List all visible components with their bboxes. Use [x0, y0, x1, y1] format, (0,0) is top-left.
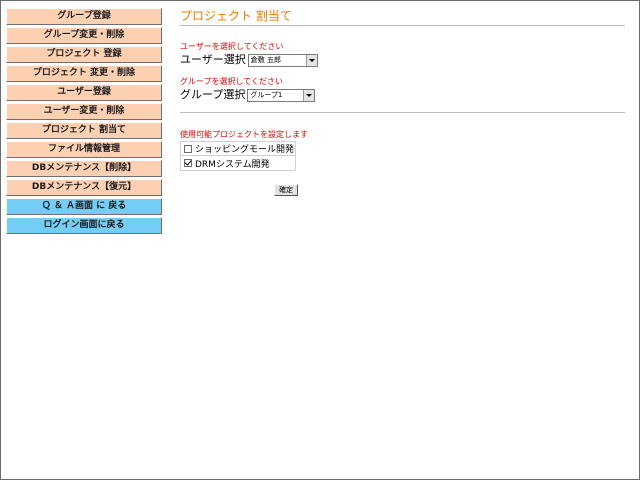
user-select-dropdown-button[interactable] — [305, 54, 317, 66]
group-select-label: グループ選択 — [180, 88, 246, 101]
project-list: ショッピングモール開発 DRMシステム開発 — [180, 141, 296, 171]
chevron-down-icon — [308, 58, 315, 62]
menu-file-info-management[interactable]: ファイル情報管理 — [6, 141, 162, 158]
group-select[interactable]: グループ1 — [247, 88, 316, 102]
user-select-label: ユーザー選択 — [180, 53, 246, 66]
project-row[interactable]: ショッピングモール開発 — [181, 142, 295, 156]
user-select-row: ユーザー選択 倉敷 五郎 — [180, 52, 626, 68]
main-content: プロジェクト 割当て ユーザーを選択してください ユーザー選択 倉敷 五郎 グル… — [180, 8, 626, 171]
group-instruction: グループを選択してください — [180, 77, 284, 86]
project-row[interactable]: DRMシステム開発 — [181, 156, 295, 170]
group-select-dropdown-button[interactable] — [303, 89, 315, 101]
menu-project-edit-delete[interactable]: プロジェクト 変更・削除 — [6, 65, 162, 82]
group-select-value: グループ1 — [250, 90, 283, 99]
menu-group-register[interactable]: グループ登録 — [6, 8, 162, 25]
project-label: ショッピングモール開発 — [195, 145, 295, 155]
menu-project-register[interactable]: プロジェクト 登録 — [6, 46, 162, 63]
project-label: DRMシステム開発 — [195, 159, 270, 170]
menu-user-edit-delete[interactable]: ユーザー変更・削除 — [6, 103, 162, 120]
title-divider — [180, 25, 625, 26]
project-checkbox-drm[interactable] — [184, 159, 192, 167]
menu-group-edit-delete[interactable]: グループ変更・削除 — [6, 27, 162, 44]
group-select-row: グループ選択 グループ1 — [180, 87, 626, 103]
menu-back-to-login[interactable]: ログイン画面に戻る — [6, 217, 162, 234]
menu-db-maintenance-restore[interactable]: DBメンテナンス【復元】 — [6, 179, 162, 196]
section-divider — [180, 112, 625, 113]
project-checkbox-shopping-mall[interactable] — [184, 144, 192, 153]
user-instruction: ユーザーを選択してください — [180, 42, 284, 51]
sidebar-menu: グループ登録 グループ変更・削除 プロジェクト 登録 プロジェクト 変更・削除 … — [6, 8, 162, 236]
page-title: プロジェクト 割当て — [180, 9, 292, 23]
menu-user-register[interactable]: ユーザー登録 — [6, 84, 162, 101]
confirm-button[interactable]: 確定 — [274, 184, 298, 196]
menu-db-maintenance-delete[interactable]: DBメンテナンス【削除】 — [6, 160, 162, 177]
project-instruction: 使用可能プロジェクトを設定します — [180, 130, 308, 139]
user-select[interactable]: 倉敷 五郎 — [247, 53, 318, 67]
menu-project-assign[interactable]: プロジェクト 割当て — [6, 122, 162, 139]
user-select-value: 倉敷 五郎 — [250, 55, 282, 64]
chevron-down-icon — [306, 93, 313, 97]
menu-back-to-qa[interactable]: Ｑ ＆ Ａ画面 に 戻る — [6, 198, 162, 215]
